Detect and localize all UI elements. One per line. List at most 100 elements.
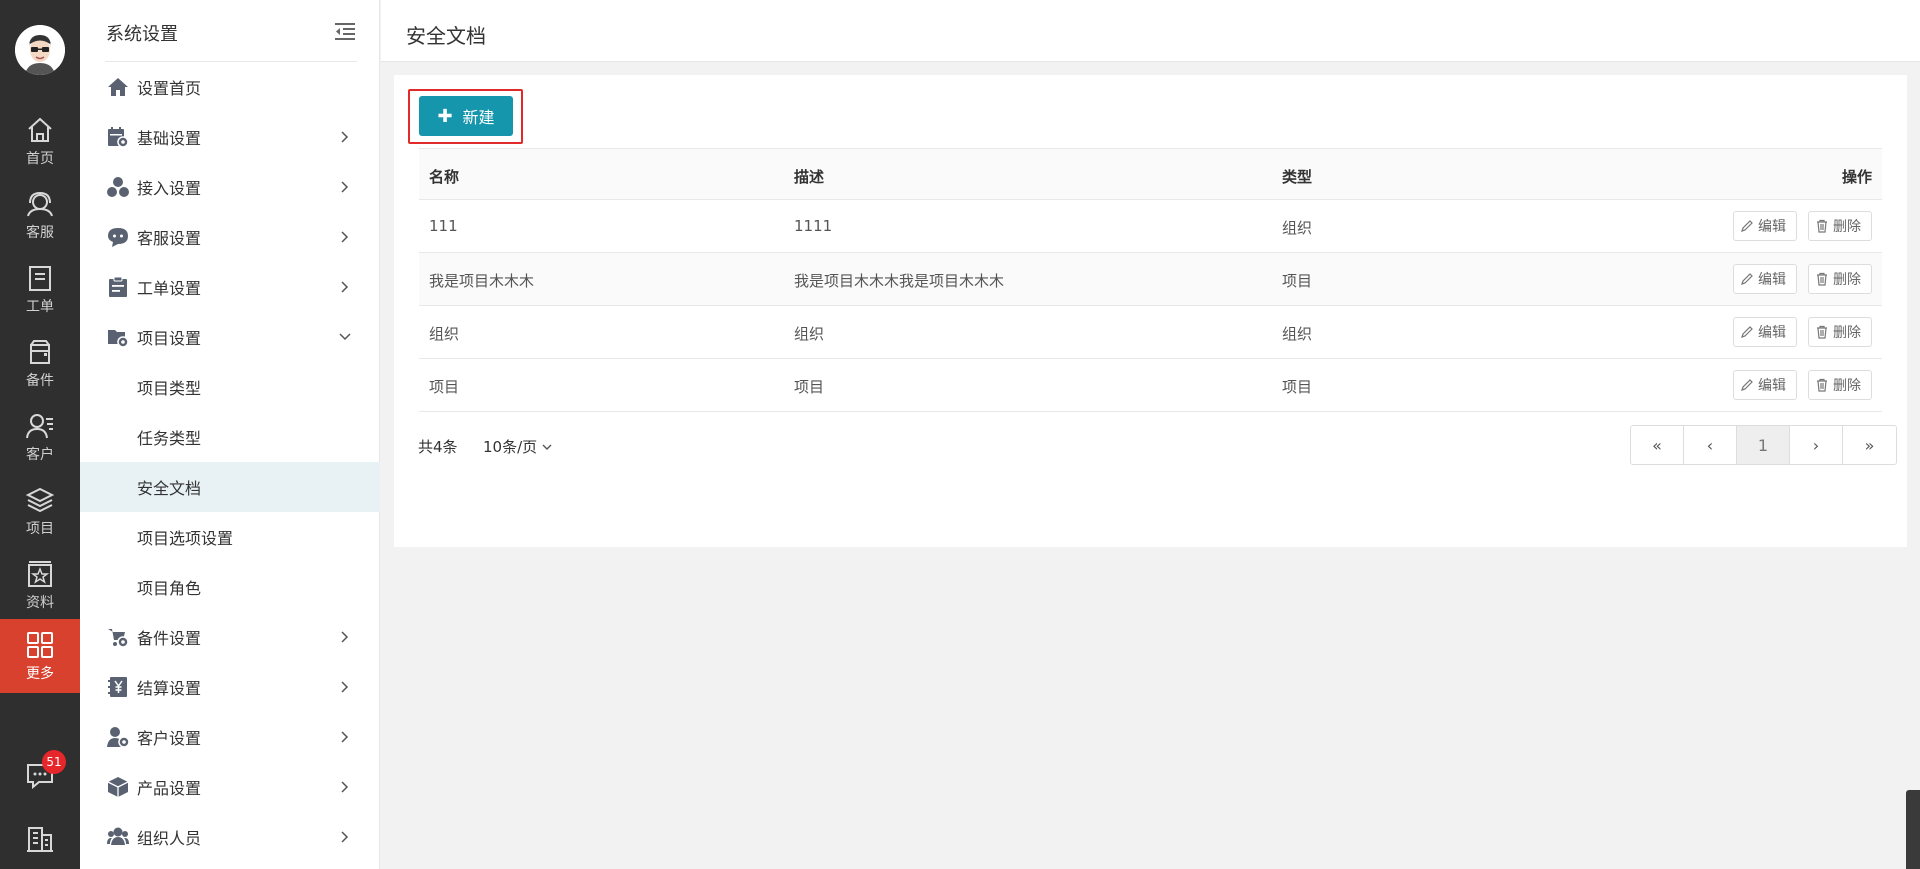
sidebar-item-org-members[interactable]: 组织人员 — [80, 812, 380, 862]
sidebar-item-parts[interactable]: 备件设置 — [80, 612, 380, 662]
folder-gear-icon — [108, 330, 129, 348]
sidebar-item-label: 项目设置 — [137, 329, 202, 348]
sidebar-item-access[interactable]: 接入设置 — [80, 162, 380, 212]
rail-item-label: 客服 — [26, 224, 54, 241]
page-size-select[interactable]: 10条/页 — [483, 436, 553, 457]
page-header: 安全文档 — [381, 0, 1920, 62]
next-page-button[interactable]: › — [1790, 426, 1843, 464]
rail-item-label: 客户 — [26, 446, 54, 463]
rail-item-home[interactable]: 首页 — [0, 104, 80, 178]
circles-icon — [107, 177, 129, 197]
rail-item-parts[interactable]: 备件 — [0, 326, 80, 400]
sidebar-item-task-type[interactable]: 任务类型 — [80, 412, 380, 462]
sidebar-item-label: 客服设置 — [137, 229, 202, 248]
new-button[interactable]: ✚ 新建 — [419, 96, 513, 136]
total-count: 共4条 — [418, 438, 458, 456]
delete-button[interactable]: 删除 — [1808, 264, 1872, 294]
sidebar-item-product[interactable]: 产品设置 — [80, 762, 380, 812]
pencil-icon — [1741, 379, 1753, 391]
edit-button[interactable]: 编辑 — [1733, 370, 1797, 400]
sidebar-item-safety-docs[interactable]: 安全文档 — [80, 462, 380, 512]
building-icon[interactable] — [25, 824, 55, 854]
sidebar-item-label: 工单设置 — [137, 279, 202, 298]
cube-icon — [107, 777, 129, 797]
sidebar-item-label: 项目类型 — [137, 379, 202, 398]
chevron-right-icon — [341, 831, 349, 843]
trash-icon — [1817, 325, 1827, 339]
chevron-right-icon — [341, 231, 349, 243]
sidebar-item-settings-home[interactable]: 设置首页 — [80, 62, 380, 112]
collapse-menu-icon[interactable] — [334, 22, 356, 42]
sidebar-item-settlement[interactable]: 结算设置 — [80, 662, 380, 712]
sidebar-item-project-options[interactable]: 项目选项设置 — [80, 512, 380, 562]
sidebar-item-label: 设置首页 — [137, 79, 202, 98]
last-page-button[interactable]: » — [1843, 426, 1896, 464]
column-header-type: 类型 — [1282, 168, 1313, 186]
prev-page-button[interactable]: ‹ — [1684, 426, 1737, 464]
side-widget[interactable] — [1906, 790, 1920, 869]
delete-button[interactable]: 删除 — [1808, 211, 1872, 241]
layers-icon — [25, 487, 55, 512]
chevron-down-icon — [542, 444, 552, 450]
delete-button[interactable]: 删除 — [1808, 370, 1872, 400]
current-page-button[interactable]: 1 — [1737, 426, 1790, 464]
rail-item-service[interactable]: 客服 — [0, 178, 80, 252]
sidebar-item-label: 基础设置 — [137, 129, 202, 148]
customer-icon — [26, 413, 53, 438]
cell-description: 项目 — [794, 378, 825, 396]
rail-item-workorder[interactable]: 工单 — [0, 252, 80, 326]
sidebar-item-label: 客户设置 — [137, 729, 202, 748]
rail-item-more[interactable]: 更多 — [0, 619, 80, 693]
rail-item-label: 首页 — [26, 150, 54, 167]
pencil-icon — [1741, 220, 1753, 232]
sidebar-item-workorder[interactable]: 工单设置 — [80, 262, 380, 312]
sidebar-item-service[interactable]: 客服设置 — [80, 212, 380, 262]
rail-item-label: 资料 — [26, 594, 54, 611]
chevron-right-icon — [341, 681, 349, 693]
sidebar-item-project-roles[interactable]: 项目角色 — [80, 562, 380, 612]
app-rail: 首页 客服 工单 备件 客户 项目 资料 更多 51 — [0, 0, 80, 869]
trash-icon — [1817, 272, 1827, 286]
calendar-gear-icon — [108, 127, 129, 148]
safety-docs-table: 名称 描述 类型 操作 111 1111 组织 编辑 删除 我是项目木木木 我是… — [419, 148, 1882, 412]
rail-item-project[interactable]: 项目 — [0, 474, 80, 548]
cell-type: 项目 — [1282, 378, 1313, 396]
sidebar-item-label: 结算设置 — [137, 679, 202, 698]
user-avatar[interactable] — [15, 25, 65, 75]
rail-item-label: 工单 — [26, 298, 54, 315]
first-page-button[interactable]: « — [1631, 426, 1684, 464]
sidebar-item-project[interactable]: 项目设置 — [80, 312, 380, 362]
sidebar-item-label: 项目选项设置 — [137, 529, 234, 548]
chat-bubble-icon — [108, 228, 128, 247]
column-header-actions: 操作 — [1841, 168, 1872, 186]
home-icon — [108, 78, 128, 96]
trash-icon — [1817, 219, 1827, 233]
sidebar-item-customer[interactable]: 客户设置 — [80, 712, 380, 762]
cell-type: 组织 — [1282, 219, 1313, 237]
chevron-right-icon — [341, 781, 349, 793]
sidebar-item-label: 项目角色 — [137, 579, 202, 598]
edit-button[interactable]: 编辑 — [1733, 317, 1797, 347]
delete-button[interactable]: 删除 — [1808, 317, 1872, 347]
sidebar-item-project-type[interactable]: 项目类型 — [80, 362, 380, 412]
edit-button[interactable]: 编辑 — [1733, 211, 1797, 241]
chevron-right-icon — [341, 731, 349, 743]
rail-item-customer[interactable]: 客户 — [0, 400, 80, 474]
page-size-label: 10条/页 — [483, 438, 538, 456]
clipboard-icon — [109, 276, 127, 297]
chevron-right-icon — [341, 631, 349, 643]
grid-icon — [27, 631, 53, 658]
rail-item-docs[interactable]: 资料 — [0, 548, 80, 622]
edit-button[interactable]: 编辑 — [1733, 264, 1797, 294]
pagination: « ‹ 1 › » — [1630, 425, 1897, 465]
pencil-icon — [1741, 326, 1753, 338]
edit-label: 编辑 — [1758, 325, 1786, 341]
delete-label: 删除 — [1833, 378, 1861, 394]
rail-item-label: 项目 — [26, 520, 54, 537]
column-header-description: 描述 — [794, 168, 825, 186]
sidebar-item-basic[interactable]: 基础设置 — [80, 112, 380, 162]
table-row: 我是项目木木木 我是项目木木木我是项目木木木 项目 编辑 删除 — [419, 253, 1882, 306]
message-badge: 51 — [42, 750, 66, 774]
sidebar-item-label: 安全文档 — [137, 479, 202, 498]
chevron-right-icon — [341, 181, 349, 193]
